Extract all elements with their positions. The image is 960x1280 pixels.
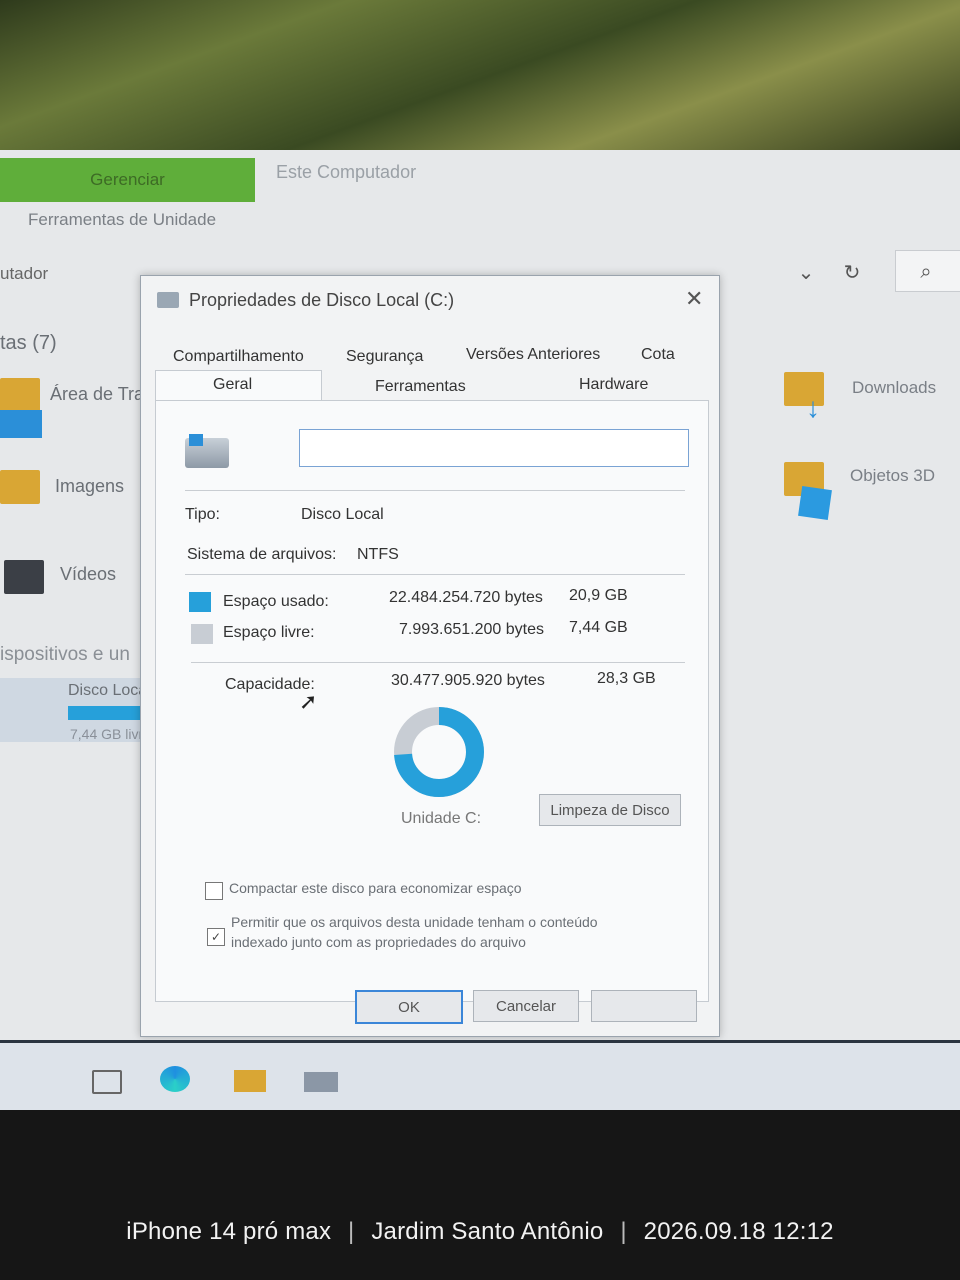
type-label: Tipo: xyxy=(185,506,220,523)
taskbar xyxy=(0,1040,960,1113)
index-label-line2: indexado junto com as propriedades do ar… xyxy=(231,934,526,950)
cube-icon xyxy=(798,486,832,520)
filesystem-label: Sistema de arquivos: xyxy=(187,546,337,563)
dialog-title: Propriedades de Disco Local (C:) xyxy=(189,290,455,310)
close-icon[interactable]: ✕ xyxy=(685,286,703,312)
ok-button[interactable]: OK xyxy=(355,990,463,1024)
mouse-pointer-icon: ➚ xyxy=(299,689,318,714)
stamp-device: iPhone 14 pró max xyxy=(126,1218,332,1245)
tab-general[interactable]: Geral xyxy=(213,376,252,394)
free-space-bytes: 7.993.651.200 bytes xyxy=(399,621,545,638)
cancel-button[interactable]: Cancelar xyxy=(473,990,579,1022)
drive-free-text: 7,44 GB livr xyxy=(70,726,144,742)
filesystem-value: NTFS xyxy=(357,546,399,563)
compress-label: Compactar este disco para economizar esp… xyxy=(229,880,522,896)
type-value: Disco Local xyxy=(301,506,384,523)
photo-timestamp: iPhone 14 pró max | Jardim Santo Antônio… xyxy=(126,1218,834,1245)
drive-tile-label: Disco Local xyxy=(68,682,151,699)
usage-donut-chart xyxy=(394,707,484,797)
chevron-down-icon[interactable]: ⌄ xyxy=(792,258,820,286)
desktop-screen-icon xyxy=(0,410,42,438)
desktop-folder-icon xyxy=(0,378,40,412)
folder-objects-3d[interactable]: Objetos 3D xyxy=(850,466,935,486)
capacity-bytes: 30.477.905.920 bytes xyxy=(391,672,545,689)
task-view-icon[interactable] xyxy=(92,1070,122,1094)
pictures-folder-icon xyxy=(0,470,40,504)
index-label-line1: Permitir que os arquivos desta unidade t… xyxy=(231,914,598,930)
download-arrow-icon: ↓ xyxy=(806,392,820,423)
properties-dialog: Propriedades de Disco Local (C:) ✕ Compa… xyxy=(140,275,720,1037)
videos-folder-icon xyxy=(4,560,44,594)
free-space-swatch xyxy=(191,624,213,644)
free-space-label: Espaço livre: xyxy=(223,624,315,641)
folder-downloads[interactable]: Downloads xyxy=(852,378,936,398)
stamp-location: Jardim Santo Antônio xyxy=(371,1218,604,1245)
outdoor-background xyxy=(0,0,960,160)
laptop-bezel xyxy=(0,1110,960,1280)
divider xyxy=(185,574,685,575)
stamp-datetime: 2026.09.18 12:12 xyxy=(643,1218,834,1245)
nav-section-quick-access[interactable]: tas (7) xyxy=(0,332,57,355)
refresh-icon[interactable]: ↻ xyxy=(838,258,866,286)
check-icon: ✓ xyxy=(210,930,222,944)
drive-icon xyxy=(157,292,179,308)
nav-item-videos[interactable]: Vídeos xyxy=(60,564,116,585)
divider xyxy=(191,662,685,663)
drive-caption: Unidade C: xyxy=(401,810,482,827)
search-icon[interactable]: ⌕ xyxy=(912,258,940,286)
tab-hardware[interactable]: Hardware xyxy=(579,376,648,394)
nav-section-devices[interactable]: ispositivos e un xyxy=(0,644,130,666)
edge-browser-icon[interactable] xyxy=(160,1066,190,1092)
capacity-gb: 28,3 GB xyxy=(597,670,656,687)
disk-cleanup-button[interactable]: Limpeza de Disco xyxy=(539,794,681,826)
used-space-gb: 20,9 GB xyxy=(569,587,628,604)
ribbon-tab-manage[interactable]: Gerenciar xyxy=(0,158,255,202)
window-title: Este Computador xyxy=(276,162,417,182)
tab-sharing[interactable]: Compartilhamento xyxy=(173,348,304,366)
index-checkbox[interactable]: ✓ xyxy=(207,928,225,946)
ribbon-drive-tools-tab[interactable]: Ferramentas de Unidade xyxy=(28,210,216,230)
tab-previous-versions[interactable]: Versões Anteriores xyxy=(466,346,600,364)
used-space-swatch xyxy=(189,592,211,612)
apply-button[interactable] xyxy=(591,990,697,1022)
address-bar-text[interactable]: utador xyxy=(0,264,48,284)
nav-item-desktop[interactable]: Área de Tra xyxy=(50,384,144,405)
tab-security[interactable]: Segurança xyxy=(346,348,423,366)
store-icon[interactable] xyxy=(304,1072,338,1092)
used-space-bytes: 22.484.254.720 bytes xyxy=(389,589,543,606)
drive-name-input[interactable] xyxy=(299,429,689,467)
file-explorer-icon[interactable] xyxy=(234,1070,266,1092)
compress-checkbox[interactable] xyxy=(205,882,223,900)
used-space-label: Espaço usado: xyxy=(223,593,329,610)
free-space-gb: 7,44 GB xyxy=(569,619,628,636)
divider xyxy=(185,490,685,491)
windows-logo-icon xyxy=(189,434,203,446)
tab-quota[interactable]: Cota xyxy=(641,346,675,364)
ribbon-tab-manage-label: Gerenciar xyxy=(90,170,165,189)
nav-item-pictures[interactable]: Imagens xyxy=(55,476,124,497)
tab-tools[interactable]: Ferramentas xyxy=(375,378,466,396)
